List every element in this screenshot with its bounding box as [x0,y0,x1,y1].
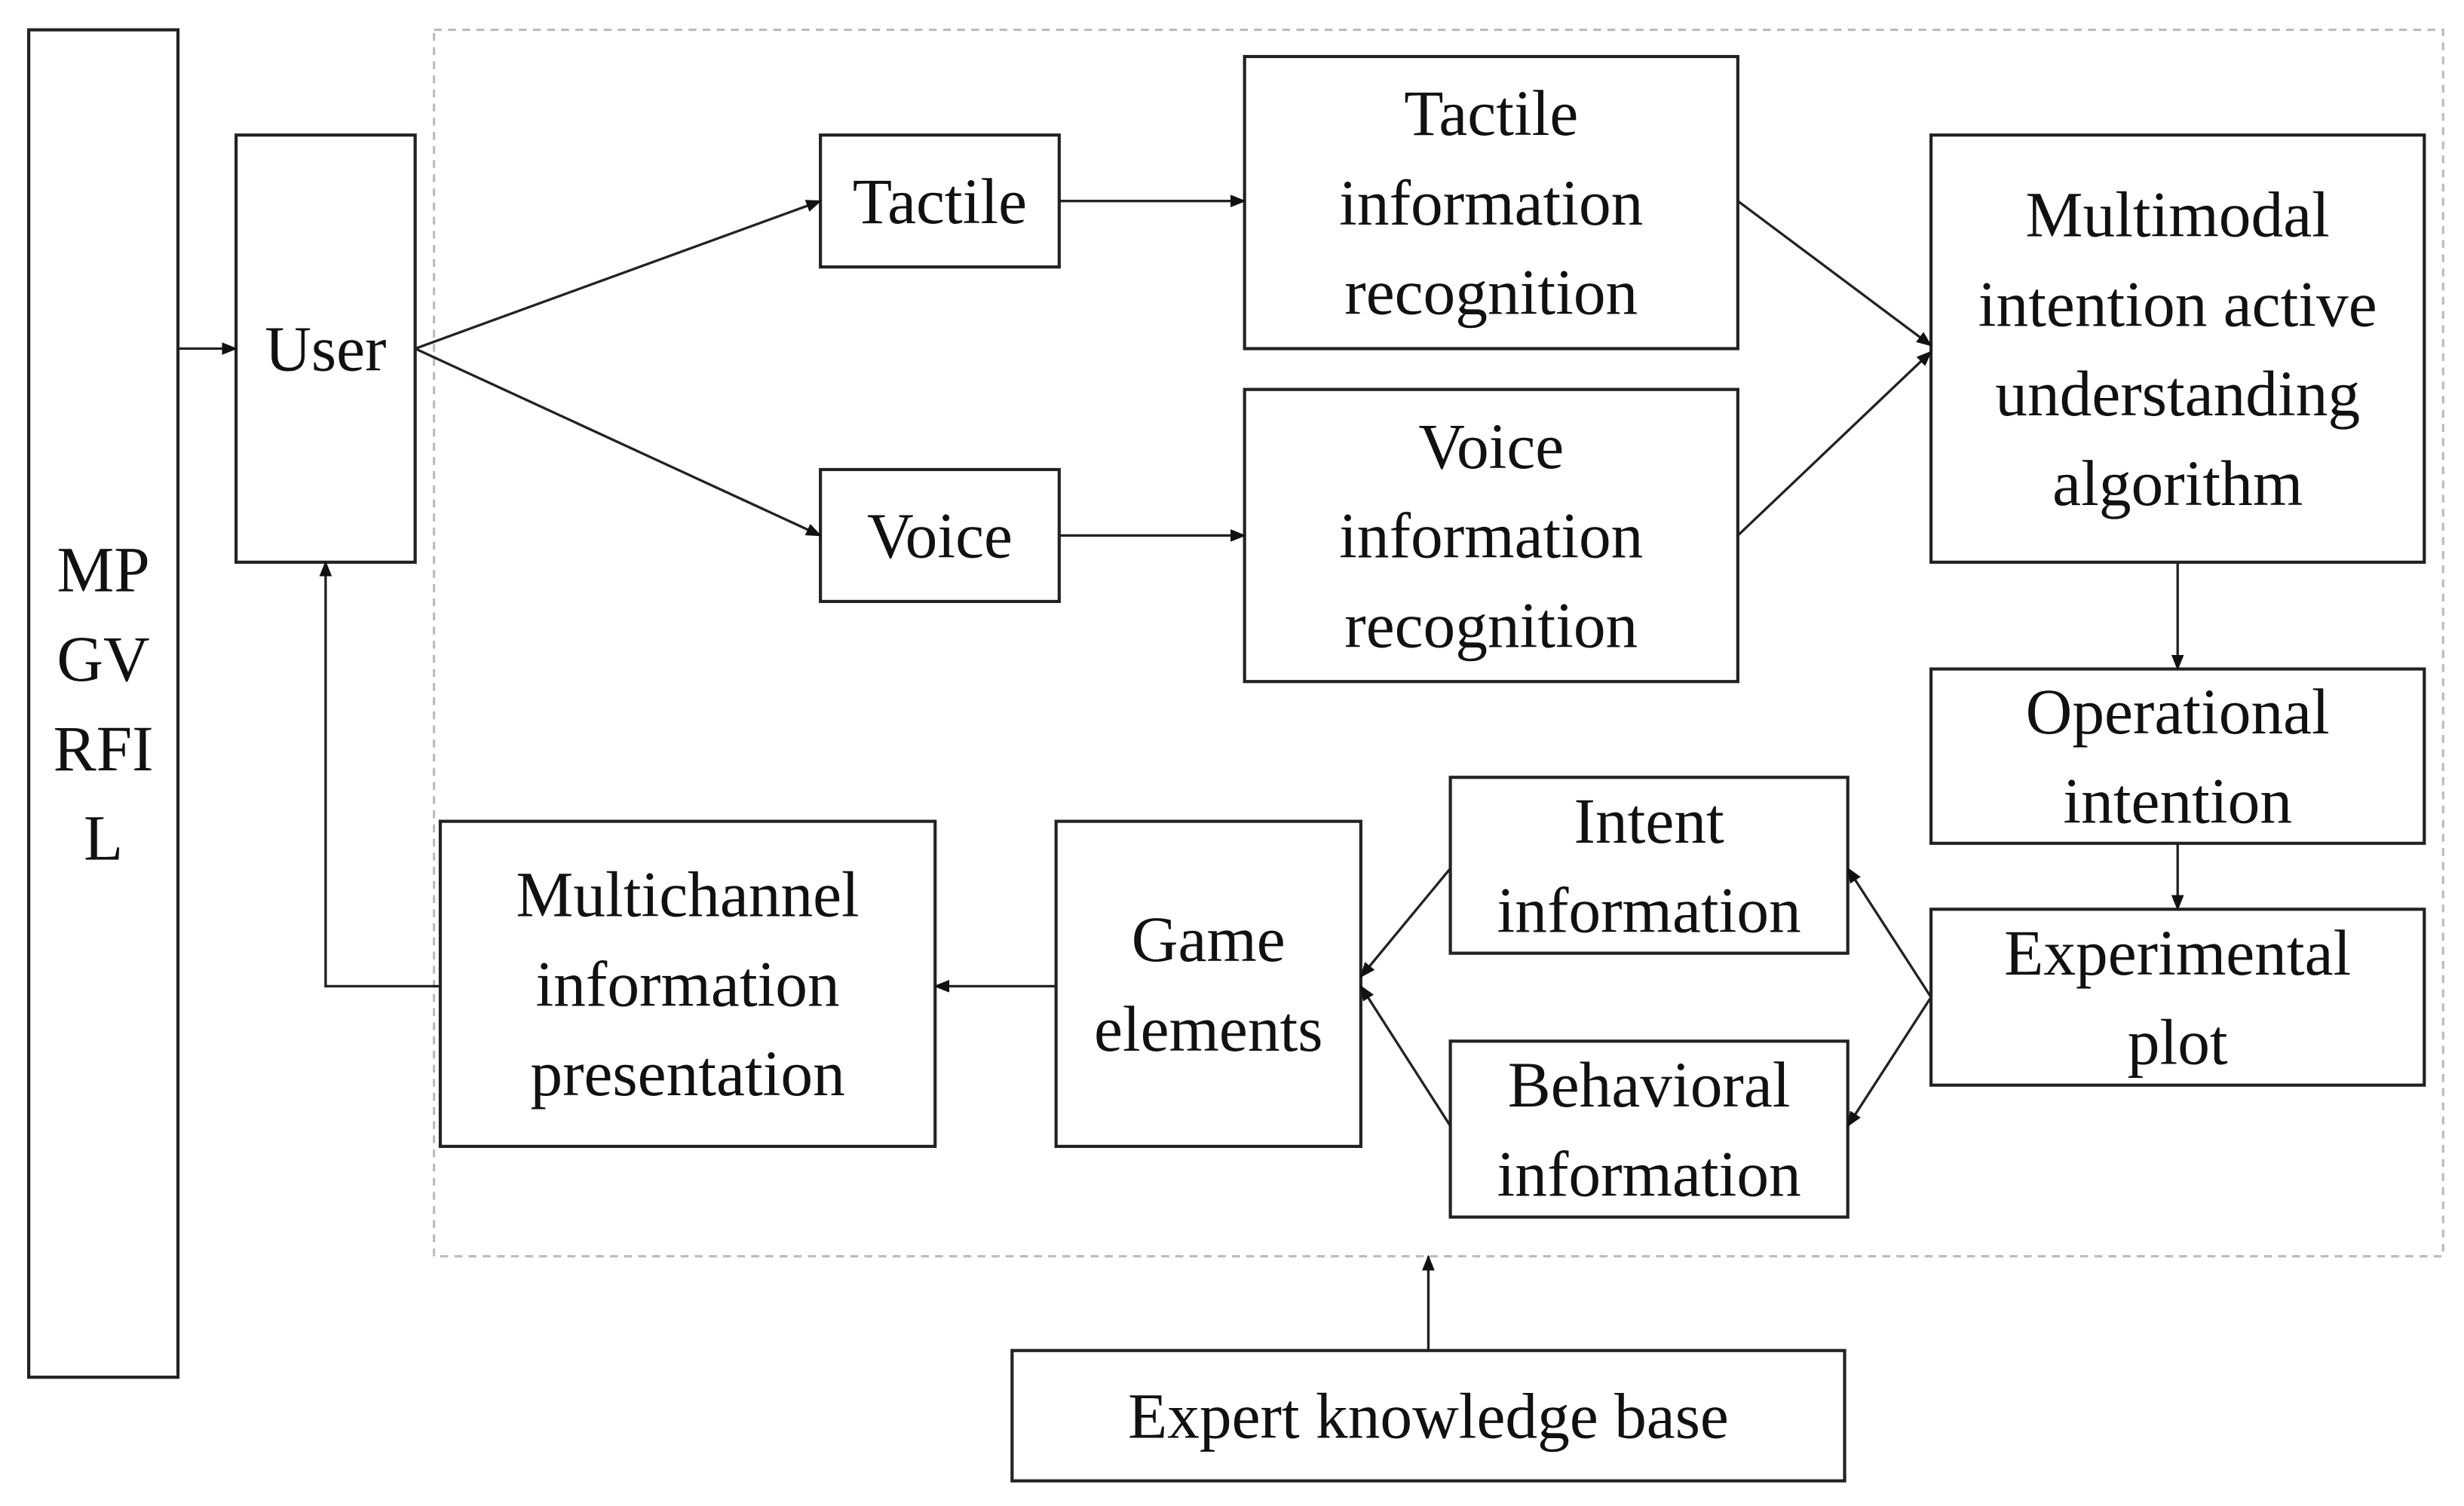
node-multimodal: Multimodal intention active understanding a… [1929,133,2426,564]
node-label: Multimodal [2026,180,2330,251]
node-voice-recognition: Voice information recognition [1243,387,1739,684]
arrow-behavioral-to-game [1359,984,1451,1127]
node-game: Game elements [1054,819,1362,1148]
node-label: Operational [2026,677,2330,748]
arrow-experimental-to-behavioral [1846,996,1932,1128]
node-label: RFI [54,714,154,785]
node-label: L [84,804,123,874]
node-voice: Voice [819,467,1061,604]
node-label: information [1339,168,1643,239]
node-box [1054,819,1362,1148]
node-label: information [1497,1140,1801,1211]
node-label: Tactile [1404,78,1578,149]
arrow-intent-to-game [1359,868,1451,978]
node-label: plot [2128,1008,2228,1079]
node-side: MP GV RFI L [27,28,180,1379]
node-label: Tactile [853,167,1027,237]
node-behavioral: Behavioral information [1448,1039,1850,1219]
node-label: intention [2063,767,2292,837]
node-tactile-recognition: Tactile information recognition [1243,54,1739,350]
node-label: MP [57,534,149,605]
node-label: intention active [1978,269,2377,340]
node-label: elements [1094,994,1323,1065]
arrow-user-to-tactile [415,200,823,350]
node-label: information [535,949,839,1020]
node-label: algorithm [2052,448,2303,519]
node-label: understanding [1995,359,2360,430]
node-operational: Operational intention [1929,667,2426,845]
node-tactile: Tactile [819,133,1061,269]
node-label: information [1497,876,1801,947]
node-label: information [1339,501,1643,572]
node-label: presentation [530,1039,844,1110]
node-label: GV [57,624,149,695]
node-label: Voice [1418,412,1564,482]
node-experimental: Experimental plot [1929,908,2426,1087]
node-user: User [234,133,417,564]
arrow-tactile-recognition-to-multimodal [1736,200,1932,347]
arrow-multichannel-to-user [319,560,440,988]
node-label: Experimental [2004,918,2351,989]
node-label: Multichannel [516,860,859,931]
node-label: Game [1132,905,1286,975]
node-label: Intent [1574,786,1724,857]
node-label: Voice [867,501,1013,572]
node-label: User [265,314,386,385]
node-label: recognition [1344,258,1638,329]
node-label: Behavioral [1508,1050,1791,1121]
node-expert: Expert knowledge base [1010,1348,1846,1483]
node-box [27,28,180,1379]
arrow-voice-recognition-to-multimodal [1736,350,1932,537]
node-label: recognition [1344,590,1638,661]
arrow-experimental-to-intent [1846,867,1932,998]
node-intent: Intent information [1448,776,1850,955]
node-multichannel: Multichannel information presentation [438,819,937,1148]
node-label: Expert knowledge base [1128,1381,1729,1452]
flow-diagram: MP GV RFI L User Tactile Voice Tactile informati… [27,28,2444,1483]
arrow-user-to-voice [414,347,823,537]
